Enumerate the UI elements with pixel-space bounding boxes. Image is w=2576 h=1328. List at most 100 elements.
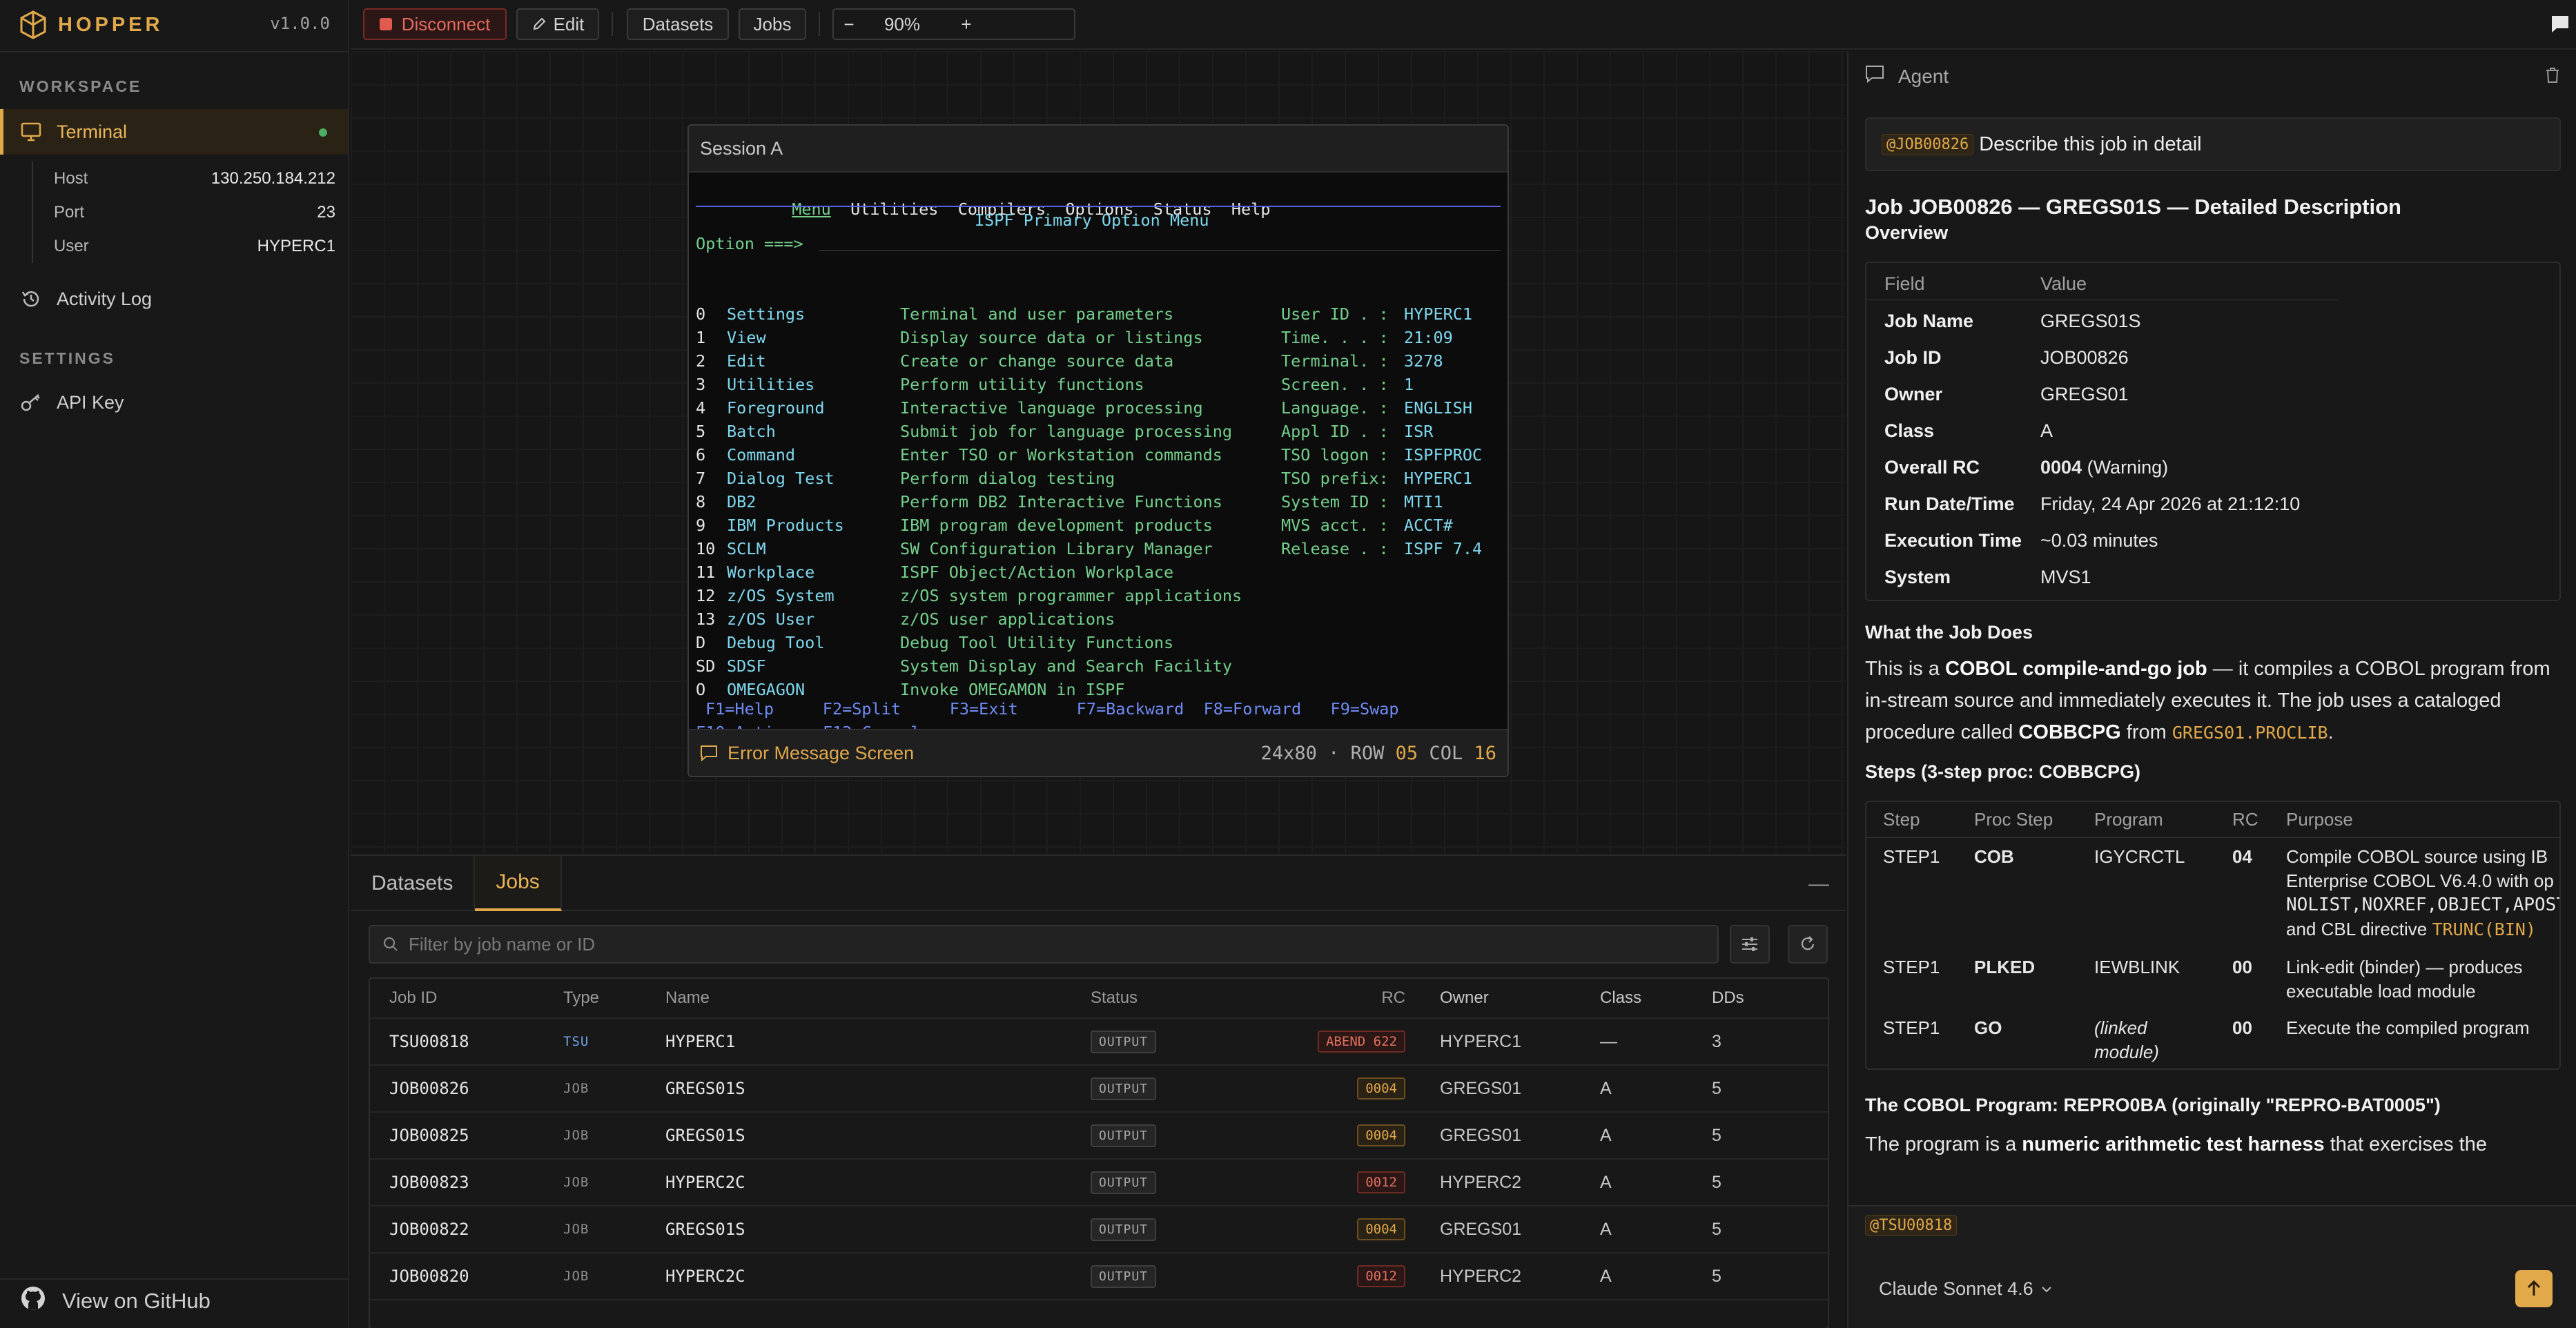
table-row[interactable]: TSU00818 TSU HYPERC1 OUTPUT ABEND 622 HYPERC1… [370, 1019, 1828, 1066]
zoom-out-button[interactable]: − [832, 8, 866, 40]
option-name[interactable]: z/OS User [727, 607, 814, 631]
job-id: JOB00823 [389, 1173, 469, 1192]
filter-options-button[interactable] [1730, 925, 1770, 964]
step-purpose: Enterprise COBOL V6.4.0 with op [2286, 870, 2554, 891]
column-header[interactable]: Job ID [389, 979, 437, 1017]
option-name[interactable]: Command [727, 443, 795, 467]
table-row[interactable]: JOB00826 JOB GREGS01S OUTPUT 0004 GREGS01 A 5 [370, 1066, 1828, 1113]
sidebar-item-activity-log[interactable]: Activity Log [0, 276, 348, 322]
datasets-button[interactable]: Datasets [627, 8, 729, 40]
option-key: 9 [696, 516, 706, 535]
option-name[interactable]: SCLM [727, 537, 766, 560]
divider [0, 1278, 349, 1280]
github-link[interactable]: View on GitHub [19, 1281, 211, 1321]
info-label: Screen. . : [1281, 375, 1389, 394]
info-label: Terminal. : [1281, 351, 1389, 371]
column-header[interactable]: Name [665, 979, 710, 1017]
step-rc: 00 [2232, 1017, 2252, 1038]
option-name[interactable]: Debug Tool [727, 631, 824, 654]
option-name[interactable]: Foreground [727, 396, 824, 420]
terminal-screen[interactable]: Menu Utilities Compilers Options Status … [689, 173, 1507, 742]
option-name[interactable]: Settings [727, 302, 805, 326]
sidebar-item-terminal[interactable]: Terminal [0, 109, 348, 155]
chat-toggle-icon[interactable] [2550, 14, 2570, 35]
step-purpose: executable load module [2286, 981, 2476, 1002]
menubar-item[interactable]: Utilities [850, 199, 938, 219]
column-header[interactable]: RC [1381, 979, 1405, 1017]
tab-datasets[interactable]: Datasets [351, 856, 476, 911]
option-description: Perform utility functions [900, 375, 1144, 394]
brand: HOPPER [19, 10, 163, 40]
overview-row: Owner GREGS01 [1866, 376, 2559, 413]
status-badge: OUTPUT [1091, 1077, 1157, 1100]
disconnect-button[interactable]: Disconnect [363, 8, 507, 40]
session-title: Session A [689, 126, 1507, 173]
option-name[interactable]: View [727, 326, 766, 349]
jobs-table: Job ID Type Name Status RC Owner Class D… [369, 977, 1829, 1328]
edit-button[interactable]: Edit [516, 8, 599, 40]
status-badge: OUTPUT [1091, 1030, 1157, 1053]
option-name[interactable]: Workplace [727, 560, 814, 584]
jobs-button[interactable]: Jobs [739, 8, 806, 40]
option-key: 10 [696, 539, 716, 558]
error-message-button[interactable]: Error Message Screen [700, 743, 914, 764]
option-key: O [696, 680, 706, 699]
job-reference-chip[interactable]: @JOB00826 [1882, 133, 1974, 155]
zoom-in-button[interactable]: + [950, 8, 983, 40]
option-name[interactable]: Batch [727, 420, 776, 443]
table-row[interactable]: JOB00822 JOB GREGS01S OUTPUT 0004 GREGS01 A 5 [370, 1207, 1828, 1253]
message-composer[interactable]: @TSU00818 Claude Sonnet 4.6 [1848, 1205, 2576, 1328]
tab-jobs[interactable]: Jobs [475, 856, 562, 911]
overview-field: Overall RC [1884, 457, 1980, 478]
table-row[interactable]: JOB00825 JOB GREGS01S OUTPUT 0004 GREGS01 A 5 [370, 1113, 1828, 1160]
minimize-panel-button[interactable]: — [1808, 872, 1829, 896]
option-name[interactable]: Utilities [727, 373, 814, 396]
column-header[interactable]: Owner [1440, 979, 1489, 1017]
overview-row: Job Name GREGS01S [1866, 303, 2559, 340]
steps-heading: Steps (3-step proc: COBBCPG) [1865, 761, 2141, 782]
table-row[interactable]: JOB00820 JOB HYPERC2C OUTPUT 0012 HYPERC2 A 5 [370, 1253, 1828, 1300]
step-proc: PLKED [1974, 957, 2036, 977]
column-header[interactable]: Type [563, 979, 599, 1017]
option-name[interactable]: IBM Products [727, 514, 844, 537]
key-icon [19, 391, 43, 414]
rc-badge: 0004 [1357, 1124, 1405, 1146]
column-header[interactable]: Class [1600, 979, 1641, 1017]
option-name[interactable]: DB2 [727, 490, 756, 514]
table-row[interactable]: JOB00823 JOB HYPERC2C OUTPUT 0012 HYPERC2 A 5 [370, 1160, 1828, 1207]
terminal-session-window[interactable]: Session A Menu Utilities Compilers Optio… [687, 124, 1509, 777]
model-selector[interactable]: Claude Sonnet 4.6 [1879, 1278, 2053, 1300]
job-owner: GREGS01 [1440, 1219, 1522, 1239]
option-name[interactable]: Dialog Test [727, 467, 835, 490]
option-name[interactable]: SDSF [727, 654, 766, 678]
option-input-line[interactable] [819, 250, 1501, 251]
send-button[interactable] [2515, 1270, 2553, 1307]
port-row: Port 23 [54, 202, 335, 222]
job-class: A [1600, 1078, 1612, 1098]
context-chip[interactable]: @TSU00818 [1865, 1215, 1958, 1236]
overview-value: JOB00826 [2040, 347, 2129, 368]
overview-field: Job Name [1884, 311, 1974, 331]
option-description: Perform DB2 Interactive Functions [900, 492, 1222, 511]
option-description: z/OS user applications [900, 609, 1115, 629]
step-proc: COB [1974, 846, 2014, 867]
menubar-item[interactable]: Help [1231, 199, 1271, 219]
sidebar-item-api-key[interactable]: API Key [0, 380, 348, 425]
divider [612, 12, 613, 36]
info-value: MTI1 [1404, 492, 1443, 511]
job-owner: HYPERC2 [1440, 1172, 1522, 1192]
column-header[interactable]: DDs [1712, 979, 1744, 1017]
program-paragraph: The program is a numeric arithmetic test… [1865, 1133, 2487, 1155]
option-name[interactable]: z/OS System [727, 584, 835, 607]
rc-badge: 0004 [1357, 1077, 1405, 1100]
trash-icon[interactable] [2544, 66, 2561, 84]
step-purpose: Compile COBOL source using IB [2286, 846, 2548, 867]
menubar-item[interactable]: Menu [792, 199, 831, 219]
job-filter-input[interactable] [409, 933, 1651, 955]
refresh-button[interactable] [1788, 925, 1828, 964]
step-proc: GO [1974, 1017, 2002, 1038]
option-name[interactable]: Edit [727, 349, 766, 373]
sidebar-item-label: Activity Log [57, 288, 153, 309]
agent-title: Agent [1898, 65, 1949, 87]
column-header[interactable]: Status [1091, 979, 1138, 1017]
